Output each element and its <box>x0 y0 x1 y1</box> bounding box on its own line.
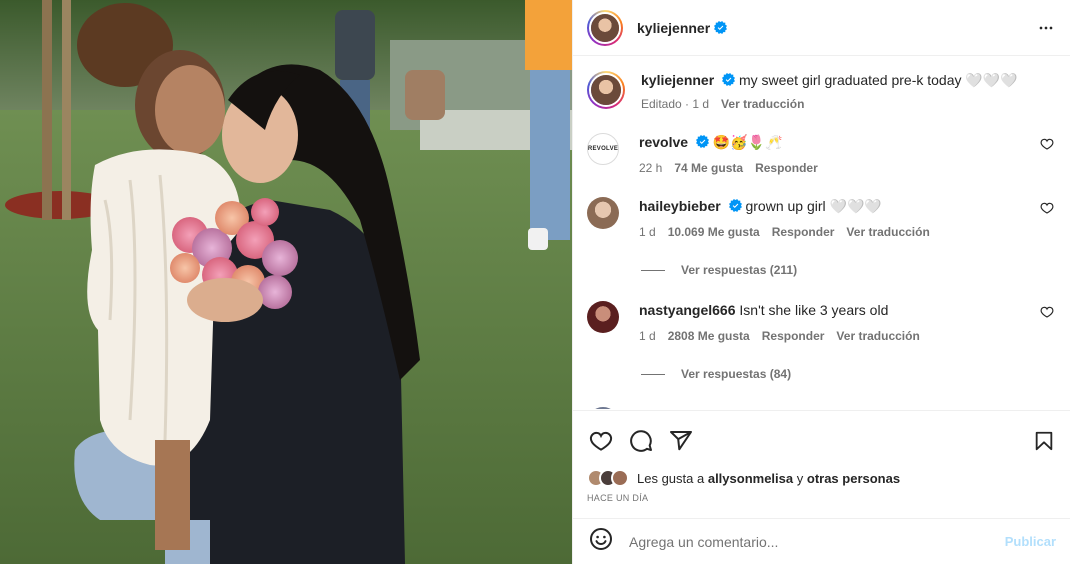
caption-username[interactable]: kyliejenner <box>641 72 714 88</box>
comment-time: 1 d <box>639 225 656 239</box>
replies-divider <box>641 373 665 375</box>
comment-likes[interactable]: 74 Me gusta <box>674 159 743 177</box>
comment-translate-link[interactable]: Ver traducción <box>846 223 929 241</box>
comment-icon[interactable] <box>627 427 655 455</box>
comment-input[interactable] <box>629 533 1005 550</box>
reply-button[interactable]: Responder <box>772 223 835 241</box>
comment-avatar[interactable] <box>587 197 619 229</box>
likes-prefix: Les gusta a <box>637 470 705 486</box>
author-avatar[interactable] <box>587 9 623 46</box>
verified-icon <box>728 199 742 212</box>
verified-icon <box>695 135 709 148</box>
replies-divider <box>641 269 665 271</box>
post-comment-button[interactable]: Publicar <box>1005 534 1056 549</box>
likes-others[interactable]: otras personas <box>807 471 900 486</box>
view-replies-button[interactable]: Ver respuestas (211) <box>641 263 1056 277</box>
caption-edited: Editado · 1 d <box>641 97 710 111</box>
comment-text: grown up girl 🤍🤍🤍 <box>745 198 882 214</box>
comment-item <box>587 407 1056 409</box>
post-side-panel: kyliejenner kyliejenner my sweet girl gr… <box>572 0 1070 564</box>
comment-composer: Publicar <box>573 518 1070 564</box>
emoji-icon[interactable] <box>589 527 613 556</box>
post-image <box>0 0 572 564</box>
caption-text: my sweet girl graduated pre-k today 🤍🤍🤍 <box>738 72 1018 88</box>
comment-like-heart-icon[interactable] <box>1040 137 1054 151</box>
verified-icon <box>722 73 736 86</box>
view-replies-button[interactable]: Ver respuestas (84) <box>641 367 1056 381</box>
comment-text: 🤩🥳🌷🥂 <box>712 134 783 150</box>
comment-time: 22 h <box>639 161 663 175</box>
share-icon[interactable] <box>667 427 695 455</box>
likes-user[interactable]: allysonmelisa <box>708 471 793 486</box>
comment-avatar[interactable] <box>587 407 619 409</box>
comment-username[interactable]: haileybieber <box>639 198 721 214</box>
comment-time: 1 d <box>639 329 656 343</box>
comment-likes[interactable]: 2808 Me gusta <box>668 327 750 345</box>
comment-username[interactable]: revolve <box>639 134 688 150</box>
post-photo[interactable] <box>0 0 572 564</box>
reply-button[interactable]: Responder <box>762 327 825 345</box>
comments-list[interactable]: kyliejenner my sweet girl graduated pre-… <box>573 57 1070 409</box>
caption-translate-link[interactable]: Ver traducción <box>721 95 804 113</box>
comment-translate-link[interactable]: Ver traducción <box>836 327 919 345</box>
more-options-icon[interactable] <box>1034 16 1058 40</box>
comment-username[interactable]: nastyangel666 <box>639 302 736 318</box>
post-time-ago: HACE UN DÍA <box>587 493 649 503</box>
post-caption: kyliejenner my sweet girl graduated pre-… <box>587 57 1056 113</box>
comment-like-heart-icon[interactable] <box>1040 305 1054 319</box>
reply-button[interactable]: Responder <box>755 159 818 177</box>
verified-icon <box>714 21 728 34</box>
post-header: kyliejenner <box>573 0 1070 56</box>
caption-avatar[interactable] <box>587 71 625 109</box>
comment-avatar[interactable] <box>587 301 619 333</box>
like-heart-icon[interactable] <box>587 427 615 455</box>
liker-avatars <box>587 469 629 487</box>
author-username[interactable]: kyliejenner <box>637 20 710 36</box>
comment-item: REVOLVE revolve 🤩🥳🌷🥂 22 h 74 Me gusta Re… <box>587 133 1056 177</box>
view-replies-label[interactable]: Ver respuestas (84) <box>681 367 791 381</box>
view-replies-label[interactable]: Ver respuestas (211) <box>681 263 797 277</box>
comment-like-heart-icon[interactable] <box>1040 201 1054 215</box>
likes-summary[interactable]: Les gusta a allysonmelisa y otras person… <box>587 469 1058 487</box>
likes-joiner: y <box>796 470 804 486</box>
comment-likes[interactable]: 10.069 Me gusta <box>668 223 760 241</box>
bookmark-icon[interactable] <box>1030 427 1058 455</box>
post-actions: Les gusta a allysonmelisa y otras person… <box>573 410 1070 503</box>
comment-text: Isn't she like 3 years old <box>739 302 889 318</box>
comment-item: nastyangel666 Isn't she like 3 years old… <box>587 301 1056 345</box>
comment-avatar[interactable]: REVOLVE <box>587 133 619 165</box>
comment-item: haileybieber grown up girl 🤍🤍🤍 1 d 10.06… <box>587 197 1056 241</box>
